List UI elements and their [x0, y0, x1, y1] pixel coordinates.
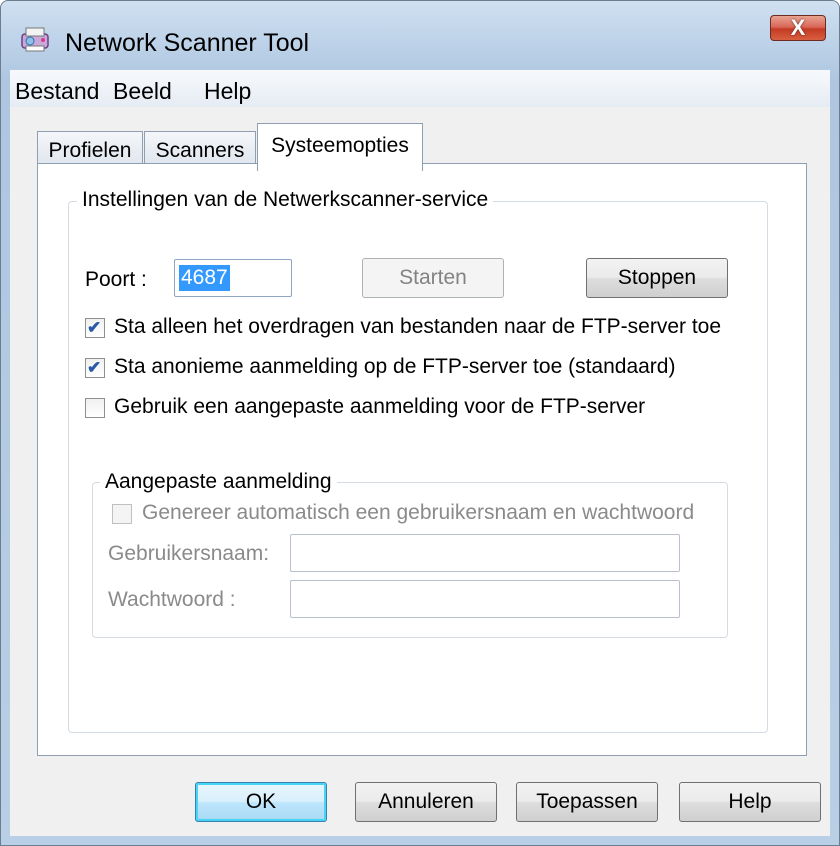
port-input[interactable]: 4687 — [174, 259, 292, 297]
username-input[interactable] — [290, 534, 680, 572]
port-value: 4687 — [179, 265, 230, 291]
password-label: Wachtwoord : — [108, 588, 236, 611]
service-settings-title: Instellingen van de Netwerkscanner-servi… — [77, 188, 494, 212]
ok-button[interactable]: OK — [195, 782, 327, 822]
checkmark-icon: ✔ — [87, 318, 102, 337]
menu-help[interactable]: Help — [204, 78, 251, 105]
anonymous-login-label: Sta anonieme aanmelding op de FTP-server… — [114, 355, 676, 378]
stop-button[interactable]: Stoppen — [586, 258, 728, 298]
menu-bestand[interactable]: Bestand — [15, 78, 99, 105]
scanner-app-icon — [19, 25, 53, 55]
title-bar: Network Scanner Tool X — [1, 1, 839, 67]
cancel-button[interactable]: Annuleren — [355, 782, 497, 822]
dialog-client-area: Profielen Scanners Systeemopties Instell… — [10, 107, 830, 836]
close-icon: X — [790, 15, 806, 40]
help-button[interactable]: Help — [679, 782, 821, 822]
menu-beeld[interactable]: Beeld — [113, 78, 172, 105]
menu-bar: Bestand Beeld Help — [10, 70, 830, 108]
custom-login-checkbox[interactable] — [85, 398, 105, 418]
anonymous-login-checkbox[interactable]: ✔ — [85, 358, 105, 378]
transfer-only-label: Sta alleen het overdragen van bestanden … — [114, 315, 722, 338]
tab-systeemopties[interactable]: Systeemopties — [257, 123, 423, 171]
window-title: Network Scanner Tool — [65, 29, 310, 57]
dialog-window: Network Scanner Tool X Bestand Beeld Hel… — [0, 0, 840, 846]
custom-login-title: Aangepaste aanmelding — [100, 470, 337, 494]
port-label: Poort : — [85, 268, 147, 291]
transfer-only-checkbox[interactable]: ✔ — [85, 318, 105, 338]
auto-generate-checkbox[interactable] — [112, 504, 132, 524]
close-button[interactable]: X — [770, 15, 826, 41]
username-label: Gebruikersnaam: — [108, 542, 270, 565]
custom-login-label: Gebruik een aangepaste aanmelding voor d… — [114, 395, 646, 418]
auto-generate-label: Genereer automatisch een gebruikersnaam … — [142, 501, 695, 524]
checkmark-icon: ✔ — [87, 358, 102, 377]
password-input[interactable] — [290, 580, 680, 618]
tab-page-systeemopties: Instellingen van de Netwerkscanner-servi… — [37, 163, 807, 756]
apply-button[interactable]: Toepassen — [516, 782, 658, 822]
start-button[interactable]: Starten — [362, 258, 504, 298]
